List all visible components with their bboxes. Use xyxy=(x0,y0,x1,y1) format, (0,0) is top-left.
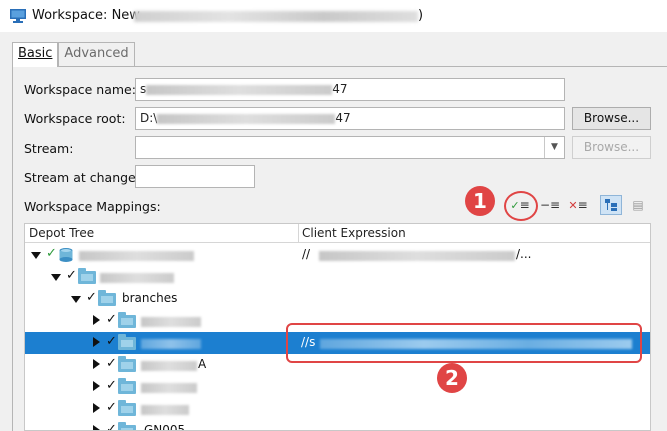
tree-row[interactable]: ✓ branches xyxy=(25,288,650,310)
tree-header: Depot Tree Client Expression xyxy=(25,224,650,243)
stream-label: Stream: xyxy=(24,141,74,156)
check-icon[interactable]: ✓ xyxy=(106,400,117,415)
workspace-name-field[interactable]: s 47 xyxy=(135,78,565,101)
title-bar: Workspace: New ) xyxy=(0,0,667,32)
collapse-arrow-icon[interactable] xyxy=(93,425,100,430)
window-title-redacted xyxy=(134,11,418,22)
tree-row[interactable]: ✓ xyxy=(25,376,650,398)
collapse-arrow-icon[interactable] xyxy=(93,403,100,413)
folder-icon xyxy=(118,356,136,372)
tree-node-label: branches xyxy=(122,291,178,305)
check-icon[interactable]: ✓ xyxy=(106,422,117,430)
browse-button[interactable]: Browse... xyxy=(572,107,651,130)
tree-row[interactable]: ✓ xyxy=(25,398,650,420)
workspace-root-value-suffix: 47 xyxy=(335,111,351,125)
column-divider[interactable] xyxy=(298,224,299,243)
workspace-root-label: Workspace root: xyxy=(24,111,126,126)
node-name-redacted xyxy=(141,383,197,393)
tab-advanced[interactable]: Advanced xyxy=(58,42,135,66)
workspace-root-value-prefix: D:\ xyxy=(140,111,158,125)
tree-view-icon[interactable] xyxy=(600,195,622,215)
workspace-mappings-label: Workspace Mappings: xyxy=(24,199,161,214)
tree-node-label: GN005 xyxy=(144,423,186,431)
client-expression-end: /... xyxy=(516,247,532,261)
check-icon[interactable]: ✓ xyxy=(106,378,117,393)
folder-icon xyxy=(118,422,136,430)
workspace-name-value-suffix: 47 xyxy=(332,82,348,96)
text-view-icon[interactable]: ▤ xyxy=(627,195,649,215)
expand-arrow-icon[interactable] xyxy=(71,296,81,303)
annotation-ring xyxy=(504,191,538,221)
folder-icon xyxy=(118,400,136,416)
client-expression: // xyxy=(302,247,311,261)
workspace-root-field[interactable]: D:\ 47 xyxy=(135,107,565,130)
depot-name-redacted xyxy=(79,251,194,261)
stream-at-change-field[interactable] xyxy=(135,165,255,188)
tree-node-label: A xyxy=(198,357,207,371)
expression-redacted xyxy=(319,251,515,261)
expand-arrow-icon[interactable] xyxy=(31,252,41,259)
clear-mapping-icon[interactable]: ✕≡ xyxy=(567,195,589,215)
collapse-arrow-icon[interactable] xyxy=(93,359,100,369)
folder-icon xyxy=(118,378,136,394)
annotation-callout-1: 1 xyxy=(465,186,495,216)
tab-strip: Basic Advanced xyxy=(12,42,135,67)
stream-folder-icon xyxy=(78,268,96,284)
stream-browse-button[interactable]: Browse... xyxy=(572,136,651,159)
collapse-arrow-icon[interactable] xyxy=(93,315,100,325)
check-icon[interactable]: ✓ xyxy=(86,290,97,305)
workspace-name-label: Workspace name: xyxy=(24,82,136,97)
column-header-depot-tree[interactable]: Depot Tree xyxy=(29,226,94,240)
tab-basic[interactable]: Basic xyxy=(12,42,59,67)
node-name-redacted xyxy=(141,361,197,371)
tree-row[interactable]: ✓ xyxy=(25,266,650,288)
tree-row[interactable]: ✓ // /... xyxy=(25,244,650,266)
collapse-arrow-icon[interactable] xyxy=(93,337,100,347)
stream-at-change-label: Stream at change: xyxy=(24,170,140,185)
window-title-end: ) xyxy=(418,8,424,23)
check-icon[interactable]: ✓ xyxy=(106,334,117,349)
workspace-name-redacted xyxy=(146,84,333,95)
exclude-mapping-icon[interactable]: −≡ xyxy=(539,195,561,215)
chevron-down-icon[interactable]: ▼ xyxy=(544,137,564,158)
check-icon[interactable]: ✓ xyxy=(106,356,117,371)
stream-dropdown[interactable]: ▼ xyxy=(135,136,565,159)
check-icon[interactable]: ✓ xyxy=(46,246,57,261)
tree-row[interactable]: ✓ GN005 xyxy=(25,420,650,431)
depot-icon xyxy=(59,248,73,262)
expand-arrow-icon[interactable] xyxy=(51,274,61,281)
collapse-arrow-icon[interactable] xyxy=(93,381,100,391)
tab-basic-label: Basic xyxy=(18,46,53,61)
folder-icon xyxy=(98,290,116,306)
workspace-root-redacted xyxy=(157,113,336,124)
folder-icon xyxy=(118,312,136,328)
check-icon[interactable]: ✓ xyxy=(66,268,77,283)
node-name-redacted xyxy=(141,339,201,349)
node-name-redacted xyxy=(100,273,174,283)
annotation-callout-2: 2 xyxy=(437,363,467,393)
app-monitor-icon xyxy=(10,9,26,23)
check-icon[interactable]: ✓ xyxy=(106,312,117,327)
window-title: Workspace: New xyxy=(32,8,140,23)
folder-icon xyxy=(118,334,136,350)
annotation-highlight-box xyxy=(286,323,642,363)
node-name-redacted xyxy=(141,405,189,415)
tab-advanced-label: Advanced xyxy=(64,46,129,61)
node-name-redacted xyxy=(141,317,201,327)
column-header-client-expression[interactable]: Client Expression xyxy=(302,226,406,240)
